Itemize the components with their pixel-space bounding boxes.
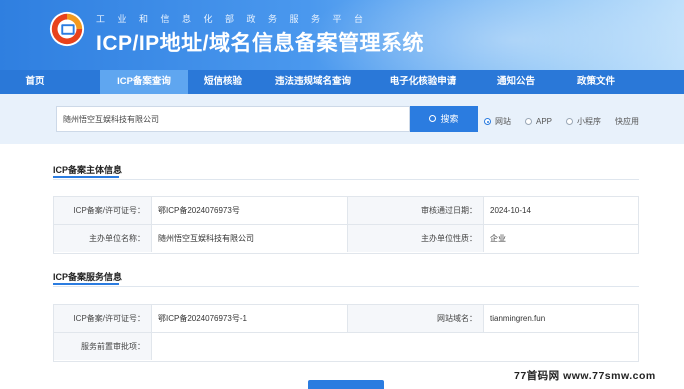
radio-app[interactable]: APP: [525, 117, 552, 126]
table-value: 鄂ICP备2024076973号: [152, 197, 348, 224]
page-title: ICP/IP地址/域名信息备案管理系统: [96, 32, 425, 55]
table-value: 随州悟空互娱科技有限公司: [152, 225, 348, 252]
main-nav: 首页 ICP备案查询 短信核验 违法违规域名查询 电子化核验申请 通知公告 政策…: [0, 70, 684, 94]
nav-item-home[interactable]: 首页: [0, 70, 70, 94]
nav-item-e-verify-apply[interactable]: 电子化核验申请: [378, 70, 468, 94]
table-value: [152, 333, 638, 360]
table-row: ICP备案/许可证号： 鄂ICP备2024076973号-1 网站域名： tia…: [54, 305, 638, 333]
table-row: 服务前置审批项：: [54, 333, 638, 361]
radio-mini-program[interactable]: 小程序: [566, 116, 601, 127]
radio-dot-icon: [566, 118, 574, 125]
subject-info-table: ICP备案/许可证号： 鄂ICP备2024076973号 审核通过日期： 202…: [53, 196, 639, 254]
radio-dot-icon: [484, 118, 491, 125]
header-subtitle: 工业和信息化部政务服务平台: [96, 14, 376, 24]
bottom-action-button[interactable]: [308, 380, 384, 389]
service-section-title: ICP备案服务信息: [53, 272, 123, 285]
table-label: 主办单位性质：: [348, 225, 484, 252]
table-row: 主办单位名称： 随州悟空互娱科技有限公司 主办单位性质： 企业: [54, 225, 638, 253]
search-input[interactable]: [56, 106, 410, 132]
subject-section-title: ICP备案主体信息: [53, 165, 123, 178]
table-value: 企业: [484, 225, 638, 252]
search-button[interactable]: 搜索: [410, 106, 478, 132]
search-type-options: 网站 APP 小程序 快应用: [484, 116, 639, 127]
radio-label: 网站: [495, 117, 511, 126]
nav-item-sms-verify[interactable]: 短信核验: [193, 70, 253, 94]
table-value: tianmingren.fun: [484, 305, 638, 332]
nav-item-notices[interactable]: 通知公告: [486, 70, 546, 94]
radio-label: 小程序: [577, 117, 602, 126]
table-label: 网站域名：: [348, 305, 484, 332]
service-info-table: ICP备案/许可证号： 鄂ICP备2024076973号-1 网站域名： tia…: [53, 304, 639, 362]
table-label: ICP备案/许可证号：: [54, 197, 152, 224]
radio-dot-icon: [525, 118, 532, 125]
site-logo-icon[interactable]: [48, 10, 86, 48]
radio-label: 快应用: [615, 117, 640, 126]
search-area: 搜索 网站 APP 小程序 快应用: [0, 94, 684, 144]
search-icon: [429, 115, 437, 122]
table-row: ICP备案/许可证号： 鄂ICP备2024076973号 审核通过日期： 202…: [54, 197, 638, 225]
table-label: 主办单位名称：: [54, 225, 152, 252]
radio-quick-app[interactable]: 快应用: [615, 116, 639, 127]
watermark: 77首码网 www.77smw.com: [512, 368, 658, 383]
table-label: 审核通过日期：: [348, 197, 484, 224]
divider: [53, 179, 639, 180]
nav-item-icp-query[interactable]: ICP备案查询: [100, 70, 188, 94]
site-header: 工业和信息化部政务服务平台 ICP/IP地址/域名信息备案管理系统: [0, 0, 684, 70]
table-label: 服务前置审批项：: [54, 333, 152, 360]
table-value: 鄂ICP备2024076973号-1: [152, 305, 348, 332]
search-button-label: 搜索: [440, 114, 459, 124]
nav-item-illegal-domain-query[interactable]: 违法违规域名查询: [258, 70, 368, 94]
radio-website[interactable]: 网站: [484, 116, 511, 127]
table-value: 2024-10-14: [484, 197, 638, 224]
radio-label: APP: [536, 117, 553, 126]
table-label: ICP备案/许可证号：: [54, 305, 152, 332]
nav-item-policies[interactable]: 政策文件: [566, 70, 626, 94]
divider: [53, 286, 639, 287]
